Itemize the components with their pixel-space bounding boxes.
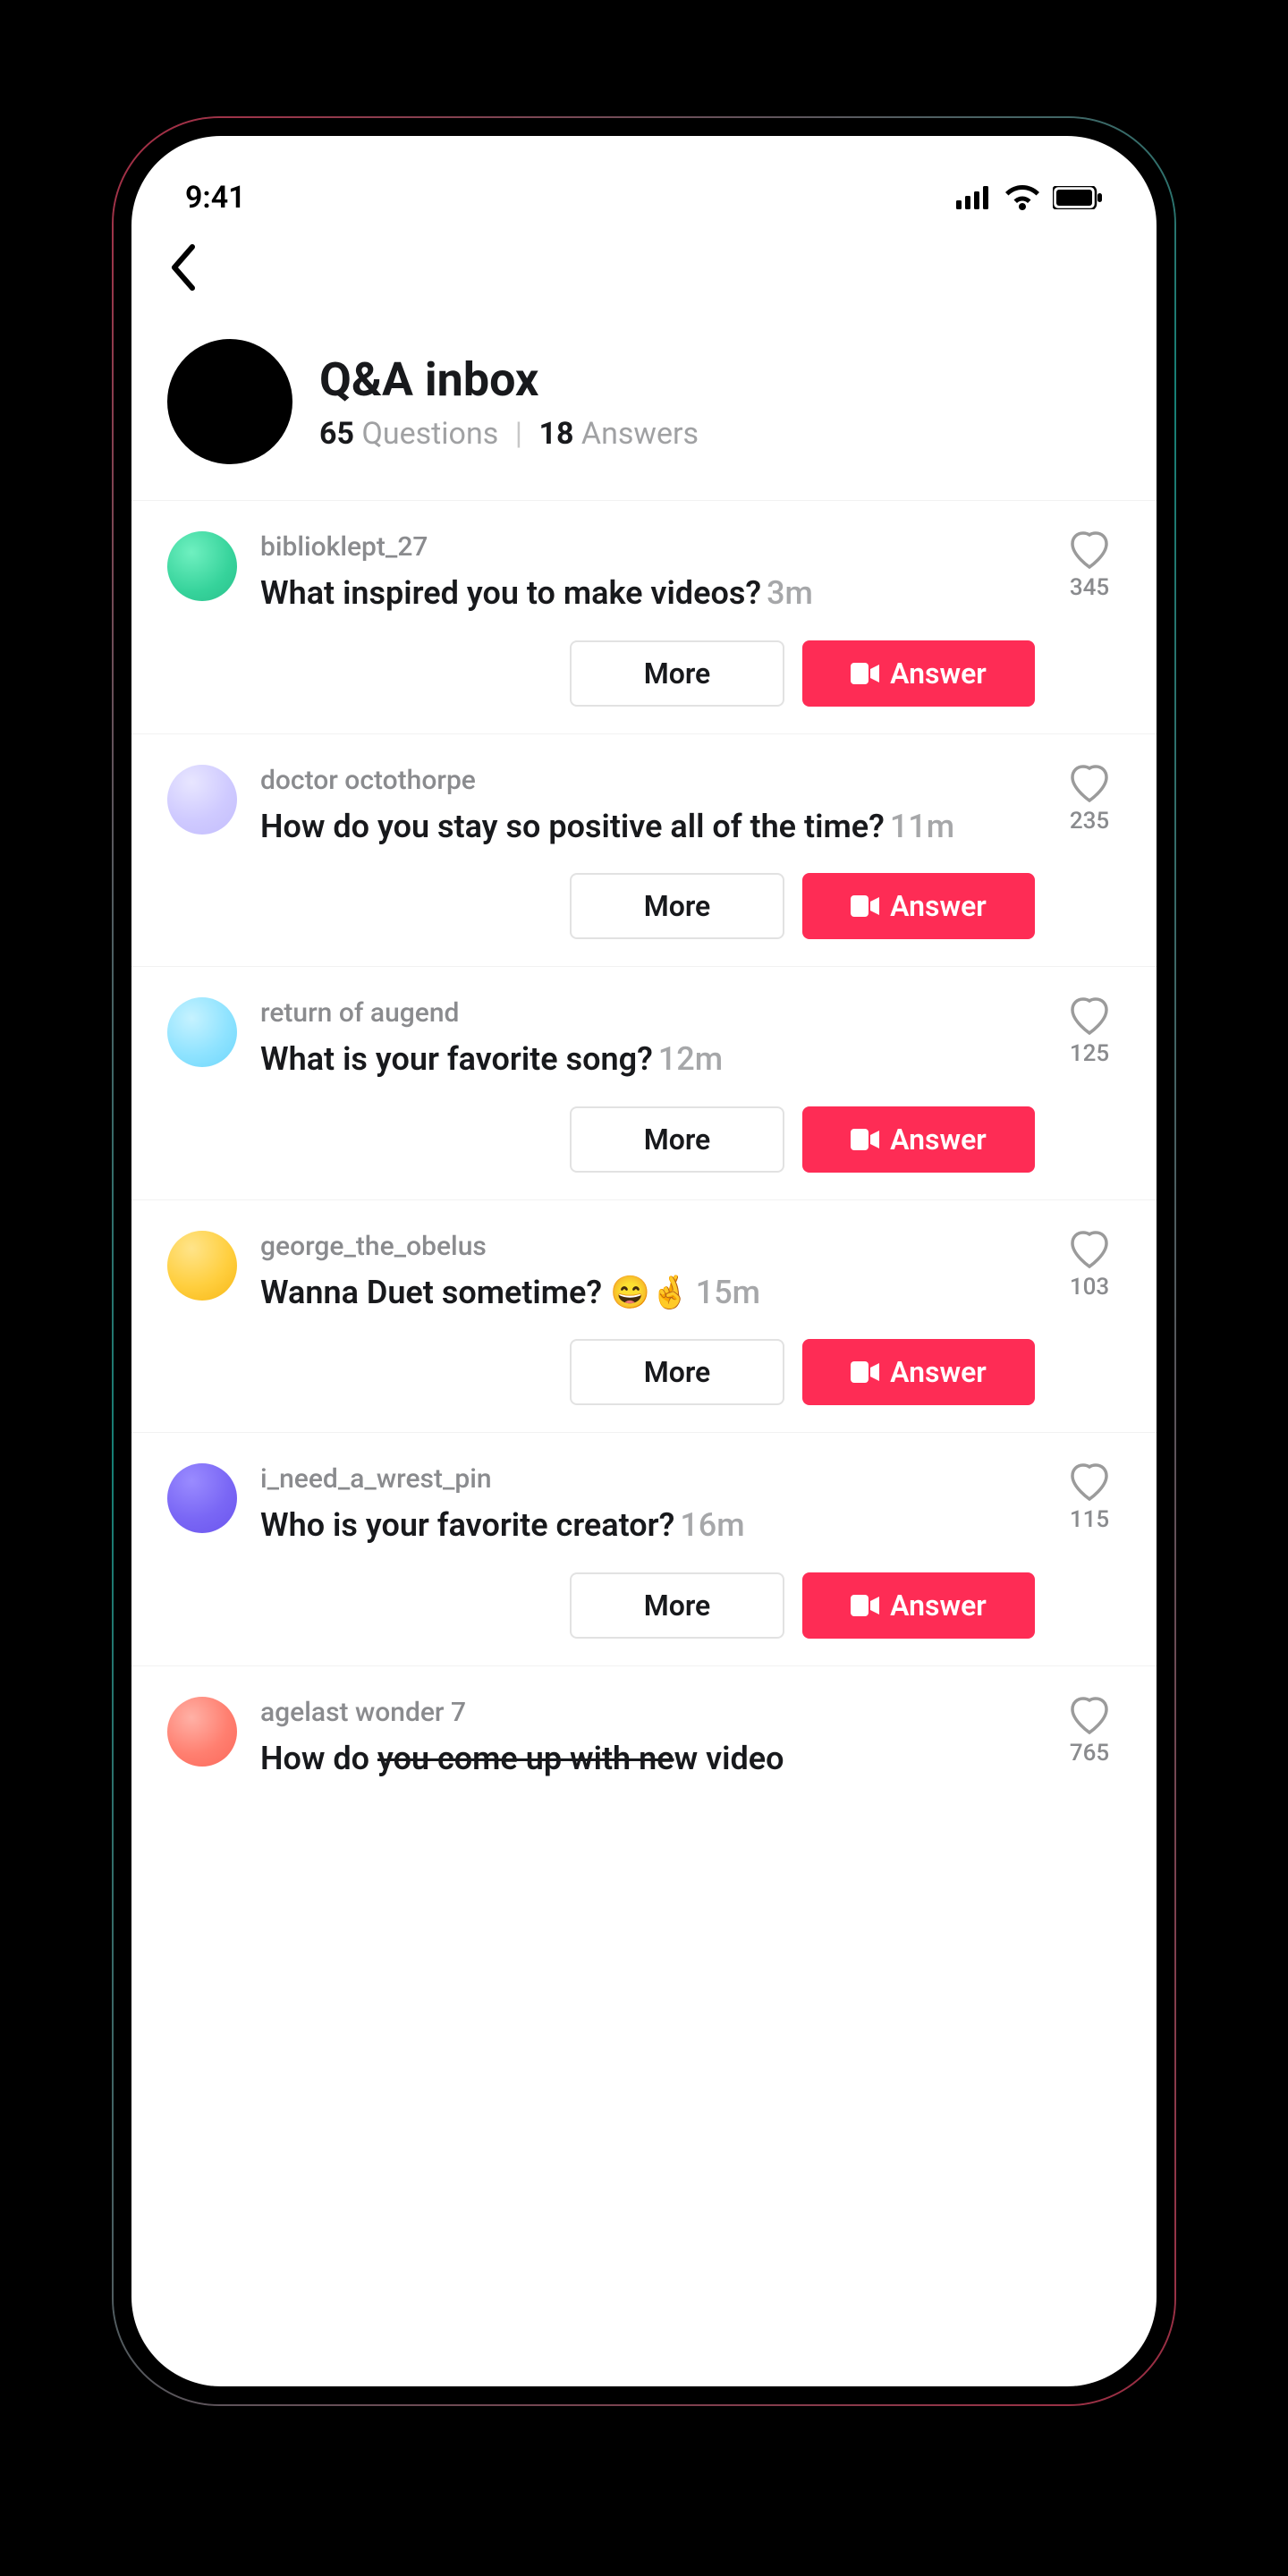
question-row: biblioklept_27 What inspired you to make…: [131, 501, 1157, 734]
user-avatar[interactable]: [167, 531, 237, 601]
question-text: What inspired you to make videos?3m: [260, 572, 1035, 615]
question-row: doctor octothorpe How do you stay so pos…: [131, 734, 1157, 968]
cellular-icon: [956, 186, 992, 209]
heart-icon: [1069, 1231, 1110, 1268]
video-icon: [851, 1595, 879, 1616]
answer-label: Answer: [890, 1355, 987, 1389]
user-avatar[interactable]: [167, 765, 237, 835]
more-button[interactable]: More: [570, 1106, 784, 1173]
more-button[interactable]: More: [570, 1572, 784, 1639]
video-icon: [851, 895, 879, 917]
like-button[interactable]: 103: [1058, 1231, 1121, 1406]
heart-icon: [1069, 531, 1110, 569]
timestamp: 15m: [696, 1274, 760, 1311]
heart-icon: [1069, 1463, 1110, 1501]
timestamp: 16m: [680, 1506, 744, 1544]
more-button[interactable]: More: [570, 640, 784, 707]
status-indicators: [956, 185, 1103, 210]
like-count: 765: [1070, 1740, 1109, 1767]
timestamp: 3m: [767, 574, 813, 612]
timestamp: 11m: [890, 808, 954, 845]
video-icon: [851, 1129, 879, 1150]
redacted-text: you come up with ne: [377, 1740, 674, 1777]
profile-avatar[interactable]: [167, 339, 292, 464]
username[interactable]: i_need_a_wrest_pin: [260, 1463, 1035, 1495]
question-row: agelast wonder 7 How do you come up with…: [131, 1666, 1157, 1781]
username[interactable]: doctor octothorpe: [260, 765, 1035, 796]
heart-icon: [1069, 765, 1110, 802]
like-count: 235: [1070, 808, 1109, 835]
like-count: 115: [1070, 1506, 1109, 1533]
app-screen: 9:41 Q&A inbox 65: [131, 136, 1157, 2386]
answer-button[interactable]: Answer: [802, 873, 1035, 939]
answer-button[interactable]: Answer: [802, 1572, 1035, 1639]
answers-label: Answers: [581, 416, 699, 452]
status-bar: 9:41: [131, 136, 1157, 234]
question-text: Wanna Duet sometime? 😄🤞15m: [260, 1271, 1035, 1315]
battery-icon: [1053, 186, 1103, 209]
question-text: How do you stay so positive all of the t…: [260, 805, 1035, 849]
chevron-left-icon: [167, 243, 198, 292]
question-text: How do you come up with new video: [260, 1737, 1035, 1781]
like-button[interactable]: 125: [1058, 997, 1121, 1173]
back-button[interactable]: [167, 243, 221, 303]
video-icon: [851, 1361, 879, 1383]
like-button[interactable]: 765: [1058, 1697, 1121, 1781]
status-time: 9:41: [185, 180, 246, 216]
like-button[interactable]: 115: [1058, 1463, 1121, 1639]
like-button[interactable]: 235: [1058, 765, 1121, 940]
answer-label: Answer: [890, 1123, 987, 1157]
like-count: 125: [1070, 1040, 1109, 1067]
question-row: return of augend What is your favorite s…: [131, 967, 1157, 1200]
username[interactable]: agelast wonder 7: [260, 1697, 1035, 1728]
heart-icon: [1069, 1697, 1110, 1734]
like-count: 103: [1070, 1274, 1109, 1301]
like-count: 345: [1070, 574, 1109, 601]
answer-label: Answer: [890, 1589, 987, 1623]
question-text: Who is your favorite creator?16m: [260, 1504, 1035, 1547]
answers-count: 18: [538, 416, 573, 452]
answer-label: Answer: [890, 657, 987, 691]
page-title: Q&A inbox: [319, 352, 699, 407]
questions-label: Questions: [361, 416, 498, 452]
username[interactable]: return of augend: [260, 997, 1035, 1029]
answer-label: Answer: [890, 889, 987, 923]
question-row: i_need_a_wrest_pin Who is your favorite …: [131, 1433, 1157, 1666]
username[interactable]: biblioklept_27: [260, 531, 1035, 563]
wifi-icon: [1004, 185, 1040, 210]
inbox-header: Q&A inbox 65 Questions | 18 Answers: [131, 321, 1157, 500]
user-avatar[interactable]: [167, 1697, 237, 1767]
user-avatar[interactable]: [167, 1231, 237, 1301]
more-button[interactable]: More: [570, 1339, 784, 1405]
like-button[interactable]: 345: [1058, 531, 1121, 707]
question-text: What is your favorite song?12m: [260, 1038, 1035, 1081]
inbox-stats: 65 Questions | 18 Answers: [319, 416, 699, 452]
video-icon: [851, 663, 879, 684]
user-avatar[interactable]: [167, 1463, 237, 1533]
timestamp: 12m: [658, 1040, 723, 1078]
question-list: biblioklept_27 What inspired you to make…: [131, 500, 1157, 1781]
answer-button[interactable]: Answer: [802, 1339, 1035, 1405]
answer-button[interactable]: Answer: [802, 1106, 1035, 1173]
stats-divider: |: [515, 416, 522, 452]
username[interactable]: george_the_obelus: [260, 1231, 1035, 1262]
questions-count: 65: [319, 416, 354, 452]
more-button[interactable]: More: [570, 873, 784, 939]
heart-icon: [1069, 997, 1110, 1035]
answer-button[interactable]: Answer: [802, 640, 1035, 707]
user-avatar[interactable]: [167, 997, 237, 1067]
question-row: george_the_obelus Wanna Duet sometime? 😄…: [131, 1200, 1157, 1434]
